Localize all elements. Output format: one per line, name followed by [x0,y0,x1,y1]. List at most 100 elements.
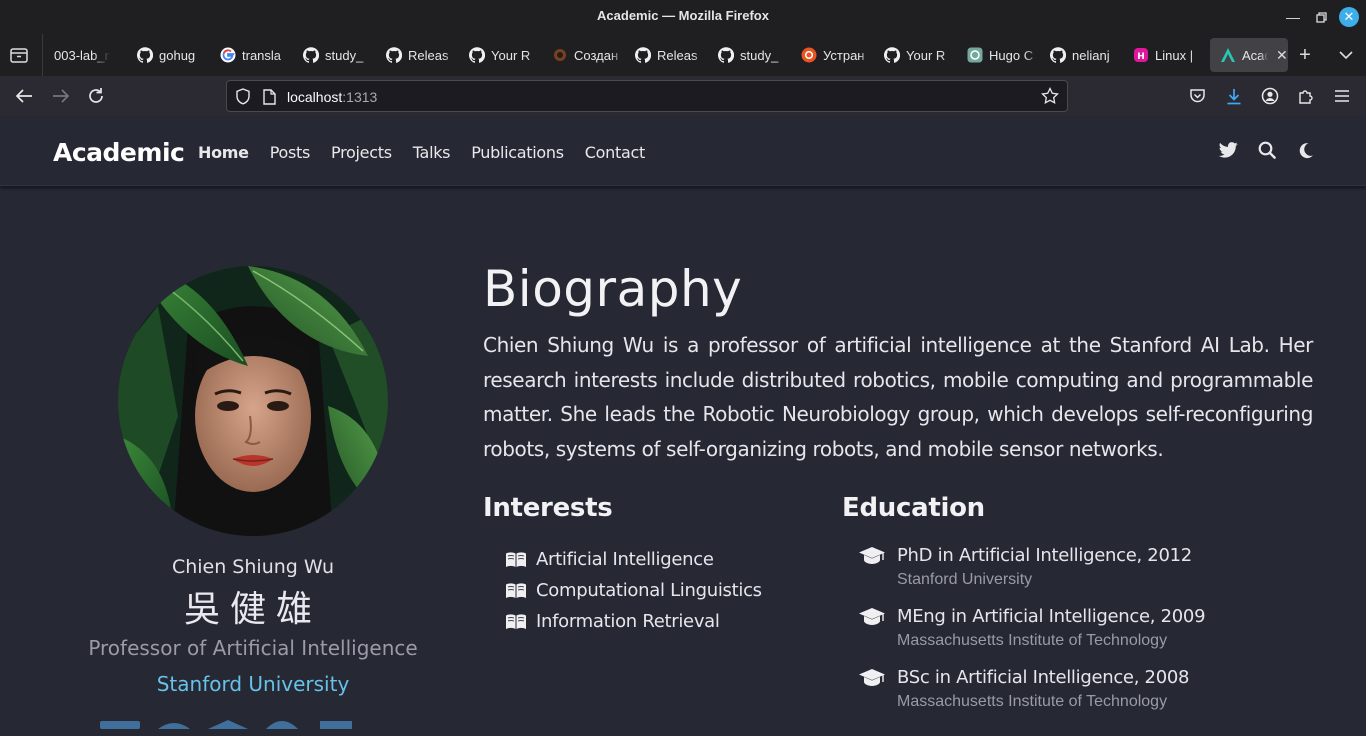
download-icon[interactable] [1223,85,1245,107]
search-icon[interactable] [1257,140,1277,160]
email-icon[interactable] [100,716,140,736]
tab-label: Устран [823,47,865,63]
url-bar[interactable]: localhost:1313 [226,80,1068,112]
url-port: :1313 [342,89,378,105]
interest-label: Information Retrieval [536,611,720,632]
interest-item: Computational Linguistics [505,575,762,606]
moon-icon[interactable] [1296,140,1316,160]
tab[interactable]: Your R [459,38,542,72]
account-icon[interactable] [1259,85,1281,107]
profile-organization[interactable]: Stanford University [0,672,506,696]
tab[interactable]: H Linux | [1123,38,1206,72]
close-window-icon[interactable]: ✕ [1339,7,1359,27]
twitter-icon[interactable] [1218,140,1238,160]
interest-label: Computational Linguistics [536,580,762,601]
shield-icon[interactable] [235,88,251,110]
education-degree: PhD in Artificial Intelligence, 2012 [897,545,1192,566]
tab[interactable]: nelianj [1040,38,1123,72]
education-item: MEng in Artificial Intelligence, 2009 Mas… [858,605,1206,666]
google-icon [220,47,236,63]
minimize-icon[interactable]: — [1283,7,1303,27]
site-nav-icons [1218,140,1316,160]
tab-separator [42,34,43,76]
nav-item-publications[interactable]: Publications [471,143,564,162]
scholar-icon[interactable] [208,716,248,736]
tab[interactable]: Hugo C [957,38,1040,72]
ubuntu-icon [801,47,817,63]
hashnode-icon: H [1133,47,1149,63]
tab-label: Your R [906,47,946,63]
new-tab-icon[interactable]: + [1294,44,1316,66]
tab-label: study_ [325,47,364,63]
tab-label: Releas [657,47,698,63]
reload-icon[interactable] [85,85,107,107]
twitter-social-icon[interactable] [154,716,194,736]
site-brand[interactable]: Academic [53,138,185,167]
tab[interactable]: Releas [376,38,459,72]
tab-label: study_ [740,47,779,63]
maximize-icon[interactable] [1311,7,1331,27]
tab[interactable]: gohug [127,38,210,72]
tab-label: 003-lab_m [54,47,110,63]
tab-label: Releas [408,47,449,63]
tab[interactable]: transla [210,38,293,72]
education-heading: Education [842,493,985,523]
github-icon [718,47,734,63]
tab[interactable]: Создан [542,38,625,72]
biography-heading: Biography [483,260,743,318]
github-icon [1050,47,1066,63]
education-list: PhD in Artificial Intelligence, 2012 Stan… [858,544,1206,727]
tab[interactable]: Your R [874,38,957,72]
site-navbar: Academic Home Posts Projects Talks Publicati… [0,116,1366,186]
graduation-cap-icon [858,607,886,632]
tab[interactable]: study_ [708,38,791,72]
menu-hamburger-icon[interactable] [1331,85,1353,107]
url-text[interactable]: localhost:1313 [287,89,377,105]
page-icon[interactable] [263,89,276,110]
tab-overview-icon[interactable] [8,44,30,66]
nav-item-projects[interactable]: Projects [331,143,392,162]
tab-bar: 003-lab_m gohug transla study_ Releas Your R С… [0,34,1366,76]
profile-cjk-name: 吳健雄 [183,588,322,629]
nav-item-talks[interactable]: Talks [413,143,451,162]
graduation-cap-icon [858,668,886,693]
github-icon [469,47,485,63]
interest-label: Artificial Intelligence [536,549,714,570]
tab[interactable]: Releas [625,38,708,72]
github-icon [386,47,402,63]
interest-item: Information Retrieval [505,606,762,637]
tab-label: Linux | [1155,47,1194,63]
avatar [118,266,388,536]
nav-item-home[interactable]: Home [198,143,249,162]
tab[interactable]: study_ [293,38,376,72]
bookmark-star-icon[interactable] [1041,86,1059,110]
extensions-icon[interactable] [1295,85,1317,107]
profile-role: Professor of Artificial Intelligence [88,636,418,660]
tab-strip: 003-lab_m gohug transla study_ Releas Your R С… [44,38,1288,72]
tab-active[interactable]: Acade ✕ [1210,38,1288,72]
tab[interactable]: Устран [791,38,874,72]
book-icon [505,551,527,568]
interests-list: Artificial Intelligence Computational Lin… [505,544,762,637]
page-content: Academic Home Posts Projects Talks Publicati… [0,116,1366,729]
tab[interactable]: 003-lab_m [44,38,127,72]
academic-icon [1220,47,1236,63]
cv-icon[interactable] [316,716,356,736]
back-arrow-icon[interactable] [13,85,35,107]
github-icon [884,47,900,63]
github-icon [303,47,319,63]
profile-name: Chien Shiung Wu [171,556,335,578]
close-tab-icon[interactable]: ✕ [1276,47,1288,64]
pocket-icon[interactable] [1186,85,1208,107]
svg-text:H: H [1137,52,1145,62]
github-icon [635,47,651,63]
forward-arrow-icon[interactable] [50,85,72,107]
tab-label: gohug [159,47,196,63]
nav-item-contact[interactable]: Contact [585,143,645,162]
nav-item-posts[interactable]: Posts [270,143,311,162]
education-degree: BSc in Artificial Intelligence, 2008 [897,667,1190,688]
chevron-down-icon[interactable] [1335,44,1357,66]
url-host: localhost [287,89,343,105]
github-social-icon[interactable] [262,716,302,736]
window-title: Academic — Mozilla Firefox [597,8,769,23]
